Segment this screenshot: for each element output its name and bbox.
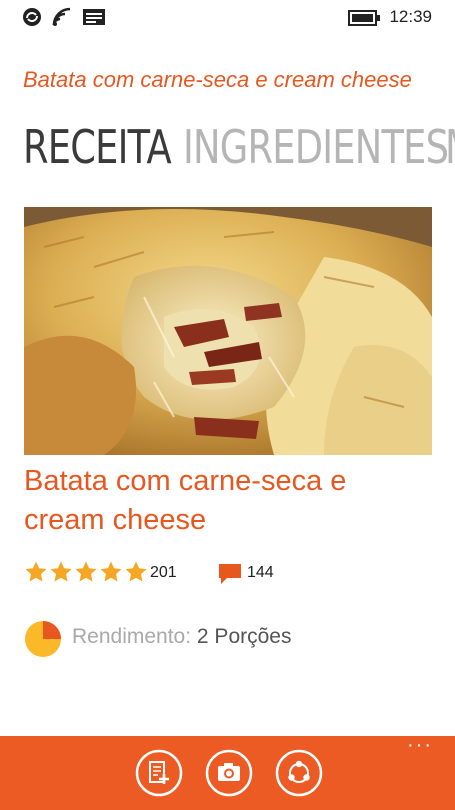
app-bar: ···: [0, 735, 455, 810]
pivot-header: RECEITA INGREDIENTES M: [0, 112, 455, 182]
servings-label: Rendimento:: [72, 625, 192, 648]
star-icon: [100, 561, 122, 582]
rating-count: 201: [150, 564, 177, 581]
comment-icon: [219, 564, 241, 584]
servings-value: 2 Porções: [196, 625, 292, 648]
star-icon: [25, 561, 47, 582]
status-bar: 12:39: [0, 0, 455, 34]
clock: 12:39: [389, 7, 432, 26]
sync-icon: [23, 8, 41, 26]
pie-chart-icon: [25, 621, 61, 657]
star-icon: [125, 561, 147, 582]
message-icon: [83, 9, 105, 25]
app-title: Batata com carne-seca e cream cheese: [23, 67, 412, 92]
pivot-tab-next-peek[interactable]: M: [445, 112, 455, 182]
pivot-tab-ingredientes[interactable]: INGREDIENTES: [183, 112, 449, 182]
comment-count: 144: [247, 564, 274, 581]
star-icon: [75, 561, 97, 582]
wifi-icon: [52, 7, 71, 26]
recipe-title: Batata com carne-seca e cream cheese: [24, 465, 347, 536]
camera-icon[interactable]: [205, 749, 253, 797]
add-list-icon[interactable]: [135, 749, 183, 797]
star-rating: [24, 560, 149, 589]
battery-icon: [348, 10, 380, 26]
share-icon[interactable]: [275, 749, 323, 797]
more-options-button[interactable]: ···: [407, 735, 433, 755]
pivot-tab-receita[interactable]: RECEITA: [23, 112, 172, 182]
star-icon: [50, 561, 72, 582]
recipe-photo[interactable]: [24, 207, 432, 455]
